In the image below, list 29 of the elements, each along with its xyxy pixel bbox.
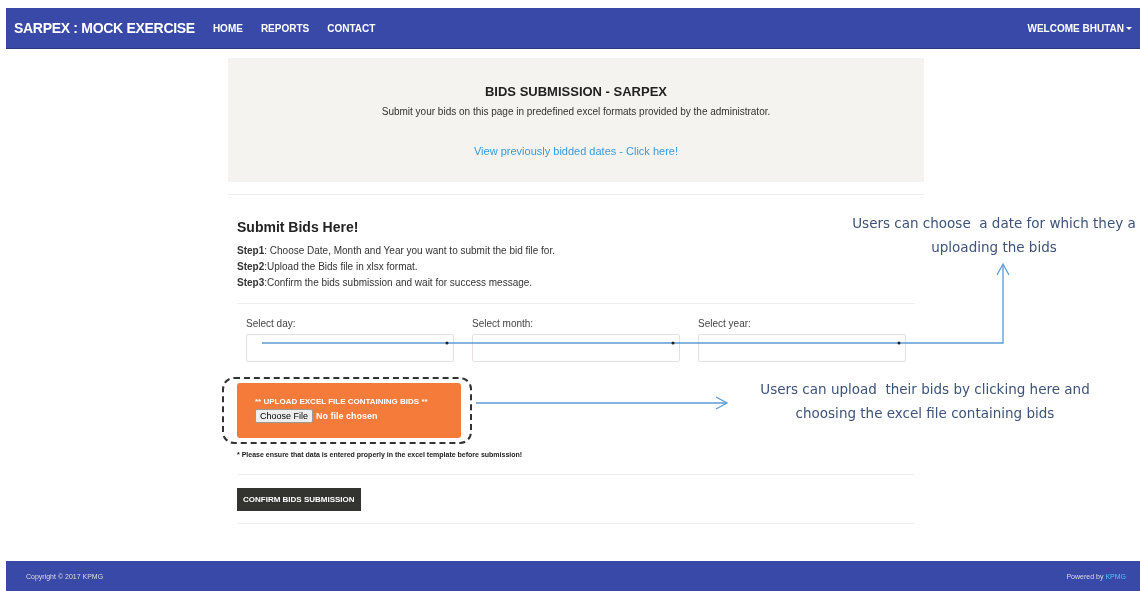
step-text: Step2:Upload the Bids file in xlsx format.: [237, 261, 419, 273]
nav-link[interactable]: CONTACT: [327, 22, 376, 34]
choose-file-button[interactable]: Choose File: [255, 409, 314, 423]
file-status: No file chosen: [316, 411, 378, 421]
annotation-text: uploading the bids: [931, 238, 1057, 257]
field-label: Select month:: [472, 318, 535, 329]
field-label: Select year:: [698, 318, 752, 329]
page-title: BIDS SUBMISSION - SARPEX: [485, 84, 667, 99]
page-subtitle: Submit your bids on this page in predefined excel formats provided by the administrator.: [381, 106, 771, 117]
dropdown-dot-icon: [445, 341, 449, 345]
section-title: Submit Bids Here!: [237, 219, 359, 235]
dropdown-dot-icon: [897, 341, 901, 345]
brand-title: SARPEX : MOCK EXERCISE: [14, 20, 195, 36]
annotation-text: choosing the excel file containing bids: [795, 404, 1055, 423]
select-field[interactable]: [472, 334, 680, 362]
confirm-button[interactable]: CONFIRM BIDS SUBMISSION: [237, 488, 361, 511]
nav-link[interactable]: HOME: [212, 22, 243, 34]
user-menu[interactable]: WELCOME BHUTAN: [1027, 22, 1132, 34]
step-text: Step3:Confirm the bids submission and wait for success message.: [237, 277, 534, 289]
caret-icon: [1126, 26, 1132, 30]
nav-link[interactable]: REPORTS: [260, 22, 310, 34]
select-field[interactable]: [698, 334, 906, 362]
field-label: Select day:: [246, 318, 297, 329]
annotation-text: Users can upload their bids by clicking here and: [760, 380, 1090, 399]
dropdown-dot-icon: [671, 341, 675, 345]
upload-title: ** UPLOAD EXCEL FILE CONTAINING BIDS **: [255, 397, 429, 406]
step-text: Step1: Choose Date, Month and Year you want to submit the bid file for.: [237, 245, 556, 257]
select-field[interactable]: [246, 334, 454, 362]
annotation-text: Users can choose a date for which they a: [852, 214, 1136, 233]
